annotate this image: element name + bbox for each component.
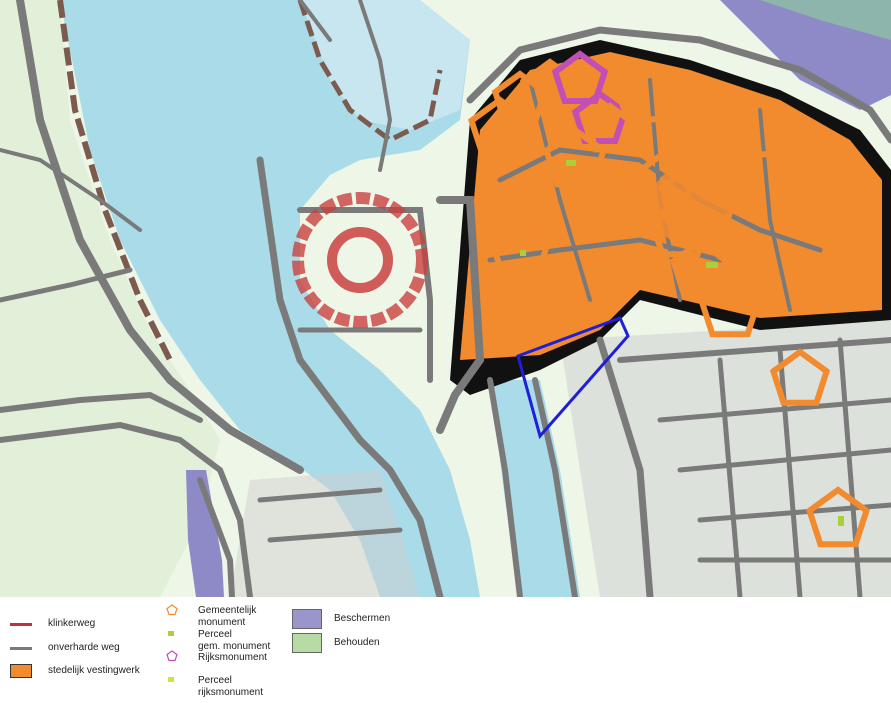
pentagon-outline-icon bbox=[166, 604, 178, 616]
beschermen-swatch bbox=[292, 609, 322, 629]
map-canvas[interactable] bbox=[0, 0, 891, 597]
pentagon-outline-icon bbox=[166, 650, 178, 662]
perceel-marker bbox=[520, 250, 526, 256]
map-legend: klinkerweg onverharde weg stedelijk vest… bbox=[0, 597, 891, 703]
legend-item-stedelijk-vestingwerk: stedelijk vestingwerk bbox=[0, 597, 160, 678]
legend-label: Rijksmonument bbox=[198, 652, 267, 663]
legend-label: klinkerweg bbox=[48, 618, 96, 629]
klinkerweg-swatch bbox=[10, 623, 32, 626]
legend-label: Behouden bbox=[334, 637, 380, 648]
legend-label: stedelijk vestingwerk bbox=[48, 665, 140, 676]
map-svg bbox=[0, 0, 891, 597]
perceel-rijks-swatch bbox=[168, 677, 174, 682]
legend-label: rijksmonument bbox=[198, 687, 264, 698]
perceel-marker bbox=[838, 516, 844, 526]
monument-cluster bbox=[650, 165, 730, 245]
legend-label: Perceel bbox=[198, 675, 232, 686]
legend-label: Perceel bbox=[198, 629, 232, 640]
legend-label: onverharde weg bbox=[48, 642, 120, 653]
legend-label: monument bbox=[198, 617, 246, 628]
perceel-gem-swatch bbox=[168, 631, 174, 636]
legend-label: Gemeentelijk bbox=[198, 605, 257, 616]
onverharde-weg-swatch bbox=[10, 647, 32, 650]
stedelijk-vestingwerk-swatch bbox=[10, 664, 32, 678]
perceel-marker bbox=[706, 262, 718, 268]
behouden-swatch bbox=[292, 633, 322, 653]
legend-label: Beschermen bbox=[334, 613, 391, 624]
perceel-marker bbox=[566, 160, 576, 166]
